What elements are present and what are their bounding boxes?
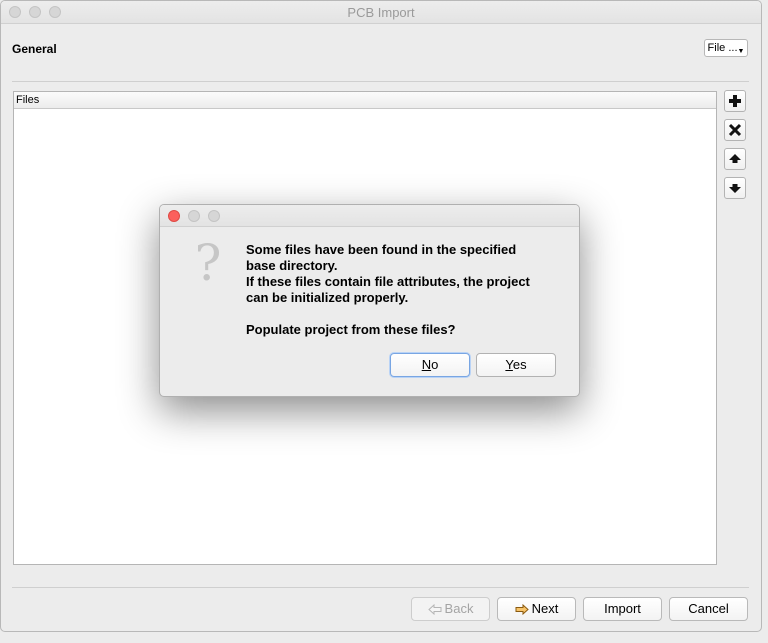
- move-up-button[interactable]: [724, 148, 746, 170]
- import-label: Import: [604, 601, 641, 616]
- bottom-separator: [12, 587, 749, 588]
- import-button[interactable]: Import: [583, 597, 662, 621]
- dialog-question: Populate project from these files?: [246, 322, 456, 337]
- cancel-button[interactable]: Cancel: [669, 597, 748, 621]
- no-button[interactable]: No: [390, 353, 470, 377]
- dialog-minimize-button[interactable]: [188, 210, 200, 222]
- arrow-right-icon: [515, 604, 529, 615]
- files-column-header: Files: [14, 92, 716, 109]
- window-titlebar: PCB Import: [1, 1, 761, 24]
- remove-file-button[interactable]: [724, 119, 746, 141]
- general-section-title: General: [12, 42, 57, 56]
- window-title: PCB Import: [347, 5, 415, 20]
- plus-icon: [729, 95, 741, 107]
- back-label: Back: [444, 601, 474, 616]
- file-menu-button[interactable]: File ...▼: [704, 39, 748, 57]
- file-menu-label: File ...: [707, 42, 738, 54]
- no-label-rest: o: [431, 357, 439, 372]
- yes-mnemonic: Y: [505, 357, 513, 372]
- top-separator: [12, 81, 749, 82]
- close-icon: [728, 123, 742, 137]
- next-button[interactable]: Next: [497, 597, 576, 621]
- dialog-message-line-2: base directory.: [246, 258, 338, 273]
- back-button[interactable]: Back: [411, 597, 490, 621]
- yes-label-rest: es: [512, 357, 527, 372]
- dialog-titlebar: [160, 205, 579, 227]
- dialog-message-line-3: If these files contain file attributes, …: [246, 274, 530, 289]
- next-label: Next: [531, 601, 559, 616]
- arrow-left-icon: [427, 604, 442, 615]
- question-icon: ?: [194, 234, 222, 292]
- arrow-up-icon: [729, 154, 741, 163]
- populate-project-dialog: ? Some files have been found in the spec…: [159, 204, 580, 397]
- move-down-button[interactable]: [724, 177, 746, 199]
- yes-button[interactable]: Yes: [476, 353, 556, 377]
- arrow-down-icon: [729, 184, 741, 193]
- dialog-close-button[interactable]: [168, 210, 180, 222]
- chevron-down-icon: ▼: [737, 48, 745, 55]
- add-file-button[interactable]: [724, 90, 746, 112]
- dialog-zoom-button[interactable]: [208, 210, 220, 222]
- dialog-message-line-1: Some files have been found in the specif…: [246, 242, 517, 257]
- dialog-message-line-4: can be initialized properly.: [246, 290, 409, 305]
- cancel-label: Cancel: [688, 601, 729, 616]
- no-mnemonic: N: [421, 357, 432, 372]
